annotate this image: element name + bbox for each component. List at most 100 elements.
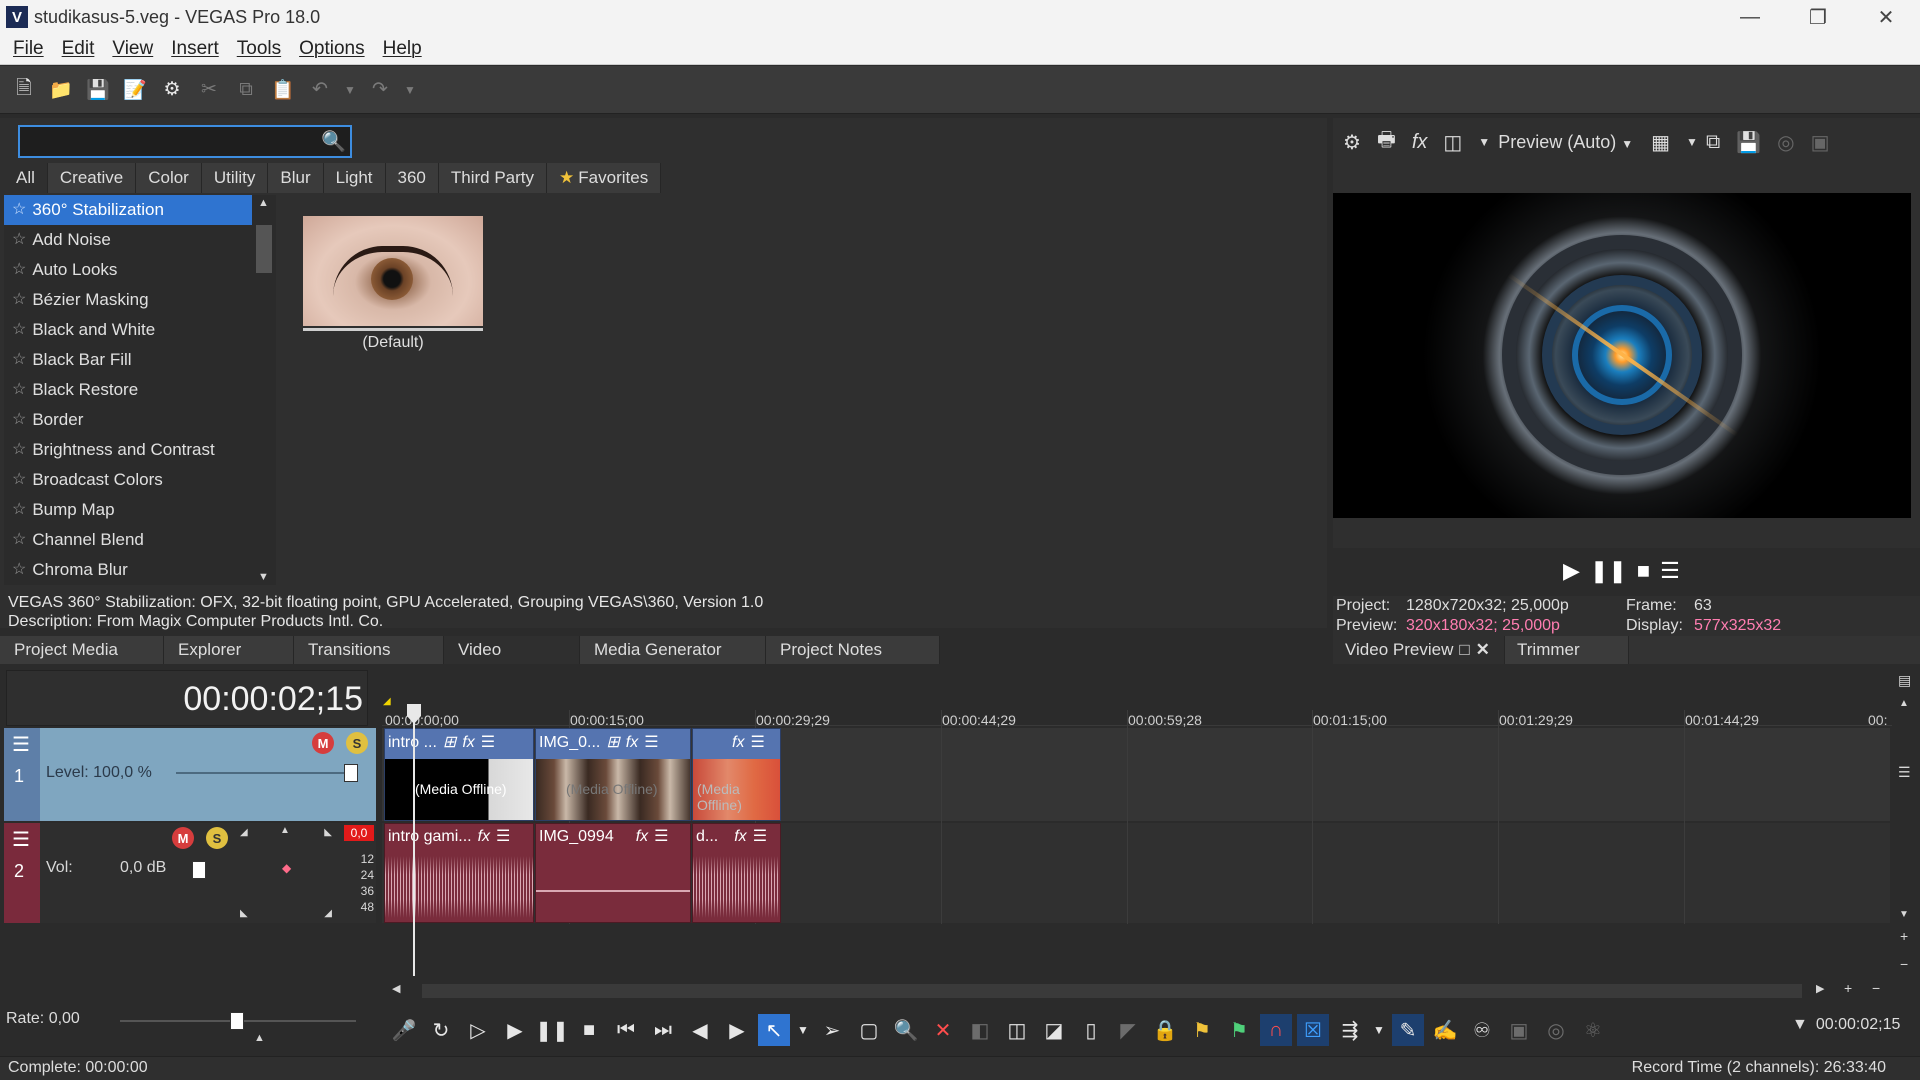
record-icon[interactable]: 🎤 (388, 1014, 420, 1046)
go-to-start-icon[interactable]: ⏮ (610, 1014, 642, 1046)
menu-icon[interactable]: ☰ (496, 824, 510, 850)
fx-icon[interactable]: fx (1412, 131, 1428, 154)
motion-tracking-icon[interactable]: ◎ (1540, 1014, 1572, 1046)
go-to-end-icon[interactable]: ⏭ (647, 1014, 679, 1046)
star-outline-icon[interactable]: ☆ (12, 495, 26, 525)
tab-video-fx[interactable]: Video FX□✕ (444, 636, 580, 687)
crop-icon[interactable]: ⊞ (606, 729, 619, 757)
ripple-icon[interactable]: ◤ (1112, 1014, 1144, 1046)
menu-icon[interactable]: ☰ (644, 729, 658, 757)
star-outline-icon[interactable]: ☆ (12, 405, 26, 435)
fx-search-input[interactable]: 🔍 (18, 125, 352, 158)
trim-start-icon[interactable]: ◫ (1001, 1014, 1033, 1046)
stop-icon[interactable]: ■ (573, 1014, 605, 1046)
scroll-grip-icon[interactable]: ☰ (1898, 764, 1911, 781)
split-screen-icon[interactable]: ◫ (1443, 130, 1462, 155)
audio-track-header[interactable]: ☰ 2 M S Vol: 0,0 dB ◢ ▲ ◣ ◆ ◣ ◢ 0,0 12 2… (4, 823, 376, 923)
star-outline-icon[interactable]: ☆ (12, 315, 26, 345)
fx-item[interactable]: ☆ Black Restore (4, 375, 252, 405)
fx-icon[interactable]: fx (478, 824, 490, 850)
pan-control[interactable]: ◢ ▲ ◣ ◆ ◣ ◢ (240, 825, 332, 921)
menu-icon[interactable]: ☰ (750, 729, 764, 757)
loop-playback-icon[interactable]: ↻ (425, 1014, 457, 1046)
mute-icon[interactable]: M (172, 827, 194, 849)
tab-transitions[interactable]: Transitions (294, 636, 444, 664)
star-outline-icon[interactable]: ☆ (12, 555, 26, 585)
audio-clip[interactable]: d... fx ☰ (692, 823, 781, 923)
solo-icon[interactable]: S (346, 732, 368, 754)
scroll-down-icon[interactable]: ▼ (258, 571, 269, 583)
volume-slider-thumb[interactable] (192, 861, 206, 879)
video-track-header[interactable]: ☰ 1 M S Level: 100,0 % (4, 728, 376, 821)
new-file-icon[interactable]: 🗎 (10, 76, 38, 104)
external-monitor-icon[interactable]: 🖶 (1377, 125, 1396, 159)
level-slider-track[interactable] (176, 772, 348, 774)
redo-icon[interactable]: ↷ (366, 76, 394, 104)
redo-dropdown-icon[interactable]: ▼ (403, 76, 417, 104)
save-icon[interactable]: 💾 (84, 76, 112, 104)
previous-frame-icon[interactable]: ◀ (684, 1014, 716, 1046)
fx-icon[interactable]: fx (734, 824, 746, 850)
scroll-thumb[interactable] (256, 225, 272, 273)
split-icon[interactable]: ▯ (1075, 1014, 1107, 1046)
fx-item[interactable]: ☆ Chroma Blur (4, 555, 252, 585)
menu-view[interactable]: View (112, 38, 153, 60)
undo-icon[interactable]: ↶ (306, 76, 334, 104)
grid-icon[interactable]: ▦ (1651, 130, 1670, 155)
menu-icon[interactable]: ☰ (481, 729, 495, 757)
star-outline-icon[interactable]: ☆ (12, 525, 26, 555)
pause-icon[interactable]: ❚❚ (535, 1014, 569, 1046)
save-snapshot-icon[interactable]: 💾 (1736, 130, 1761, 155)
zoom-tool-icon[interactable]: 🔍 (890, 1014, 922, 1046)
star-outline-icon[interactable]: ☆ (12, 195, 26, 225)
fx-item[interactable]: ☆ Border (4, 405, 252, 435)
menu-edit[interactable]: Edit (62, 38, 95, 60)
timecode-display[interactable]: 00:00:02;15 (6, 670, 368, 726)
audio-clip[interactable]: intro gami... fx ☰ (384, 823, 534, 923)
crop-icon[interactable]: ⊞ (443, 729, 456, 757)
star-outline-icon[interactable]: ☆ (12, 285, 26, 315)
fx-item[interactable]: ☆ Black Bar Fill (4, 345, 252, 375)
zoom-in-vertical-icon[interactable]: + (1900, 928, 1908, 944)
close-icon[interactable]: ✕ (1470, 640, 1490, 659)
cut-icon[interactable]: ✂ (195, 76, 223, 104)
filter-tab-all[interactable]: All (4, 163, 48, 193)
ignore-grouping-icon[interactable]: ✍ (1429, 1014, 1461, 1046)
play-icon[interactable]: ▶ (1563, 558, 1580, 584)
star-outline-icon[interactable]: ☆ (12, 375, 26, 405)
playhead-line[interactable] (413, 706, 415, 976)
track-options-icon[interactable]: ▤ (1898, 672, 1911, 689)
marker-icon[interactable]: ⚑ (1186, 1014, 1218, 1046)
video-clip[interactable]: intro ... ⊞ fx ☰ (Media Offline) (384, 728, 534, 821)
track-menu-icon[interactable]: ☰ (12, 827, 30, 852)
fx-item[interactable]: ☆ Channel Blend (4, 525, 252, 555)
zoom-in-icon[interactable]: + (1844, 980, 1852, 996)
preset-thumbnail-eye[interactable] (303, 216, 483, 326)
tab-video-preview[interactable]: Video Preview □ ✕ (1333, 636, 1505, 664)
restore-icon[interactable]: ❐ (1784, 0, 1852, 34)
filter-tab-creative[interactable]: Creative (47, 163, 137, 193)
fx-item[interactable]: ☆ Add Noise (4, 225, 252, 255)
paste-icon[interactable]: 📋 (269, 76, 297, 104)
stop-icon[interactable]: ■ (1637, 558, 1650, 584)
pause-icon[interactable]: ❚❚ (1590, 558, 1627, 584)
scroll-left-icon[interactable]: ◀ (392, 982, 400, 995)
search-icon[interactable]: 🔍 (321, 129, 346, 154)
snapping-icon[interactable]: ∩ (1260, 1014, 1292, 1046)
auto-crossfade-icon[interactable]: ☒ (1297, 1014, 1329, 1046)
track-menu-icon[interactable]: ☰ (12, 732, 30, 757)
fx-item[interactable]: ☆ Bézier Masking (4, 285, 252, 315)
fx-list-scrollbar[interactable]: ▲ ▼ (252, 195, 276, 585)
menu-insert[interactable]: Insert (171, 38, 219, 60)
preview-quality-dropdown[interactable]: Preview (Auto) ▼ (1498, 132, 1633, 153)
rate-slider-thumb[interactable] (230, 1012, 244, 1030)
fx-item[interactable]: ☆ 360° Stabilization (4, 195, 252, 225)
lock-envelopes-icon[interactable]: ✎ (1392, 1014, 1424, 1046)
open-folder-icon[interactable]: 📁 (47, 76, 75, 104)
peak-indicator[interactable]: 0,0 (344, 825, 374, 841)
menu-tools[interactable]: Tools (237, 38, 281, 60)
region-icon[interactable]: ⚑ (1223, 1014, 1255, 1046)
star-outline-icon[interactable]: ☆ (12, 255, 26, 285)
scroll-track[interactable] (422, 984, 1802, 998)
lock-icon[interactable]: 🔒 (1149, 1014, 1181, 1046)
